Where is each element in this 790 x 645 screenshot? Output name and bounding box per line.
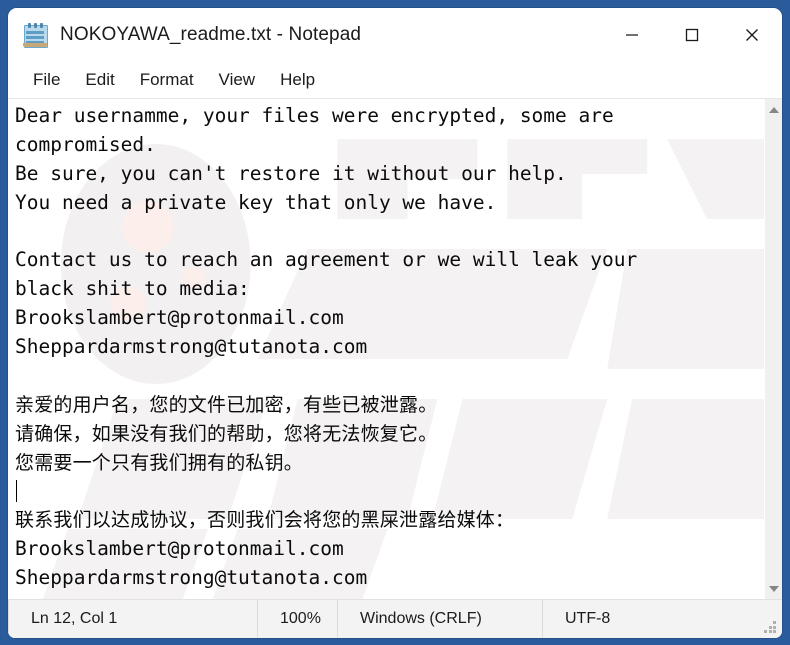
text-line: 联系我们以达成协议，否则我们会将您的黑屎泄露给媒体： — [15, 509, 515, 532]
cursor-position-status[interactable]: Ln 12, Col 1 — [8, 600, 258, 638]
menu-bar: File Edit Format View Help — [8, 62, 782, 99]
minimize-icon — [626, 34, 638, 36]
minimize-button[interactable] — [602, 8, 662, 62]
scrollbar-thumb[interactable] — [765, 118, 782, 580]
text-line: black shit to media: — [15, 277, 250, 301]
menu-item-edit[interactable]: Edit — [74, 67, 125, 93]
vertical-scrollbar[interactable] — [764, 99, 782, 599]
scroll-down-arrow-icon — [768, 585, 779, 592]
zoom-level-status[interactable]: 100% — [258, 600, 338, 638]
text-line: compromised. — [15, 132, 156, 156]
window-controls — [602, 8, 782, 62]
resize-grip[interactable] — [764, 621, 777, 634]
desktop-background: NOKOYAWA_readme.txt - Notepad File Edit … — [0, 0, 790, 645]
text-line: 您需要一个只有我们拥有的私钥。 — [15, 451, 304, 474]
encoding-status[interactable]: UTF-8 — [543, 600, 693, 638]
title-bar[interactable]: NOKOYAWA_readme.txt - Notepad — [8, 8, 782, 62]
text-line: Brookslambert@protonmail.com — [15, 306, 344, 330]
text-line: 请确保，如果没有我们的帮助，您将无法恢复它。 — [15, 422, 438, 445]
text-line: Dear usernamme, your files were encrypte… — [15, 104, 614, 127]
menu-item-help[interactable]: Help — [269, 67, 326, 93]
notepad-window: NOKOYAWA_readme.txt - Notepad File Edit … — [8, 8, 782, 638]
text-line: 亲爱的用户名，您的文件已加密，有些已被泄露。 — [15, 393, 438, 416]
line-ending-status[interactable]: Windows (CRLF) — [338, 600, 543, 638]
window-title: NOKOYAWA_readme.txt - Notepad — [60, 24, 362, 45]
text-line: Brookslambert@protonmail.com — [15, 537, 344, 561]
scroll-up-arrow-icon — [768, 106, 779, 113]
text-line: Contact us to reach an agreement or we w… — [15, 248, 638, 272]
text-editor[interactable]: Dear usernamme, your files were encrypte… — [8, 99, 764, 599]
text-line — [15, 362, 764, 391]
text-content: Dear usernamme, your files were encrypte… — [8, 99, 764, 593]
text-line: Sheppardarmstrong@tutanota.com — [15, 566, 368, 590]
menu-item-view[interactable]: View — [208, 67, 267, 93]
editor-area: Dear usernamme, your files were encrypte… — [8, 99, 782, 599]
text-line — [15, 218, 764, 247]
menu-item-file[interactable]: File — [22, 67, 71, 93]
text-line: Sheppardarmstrong@tutanota.com — [15, 335, 368, 359]
close-button[interactable] — [722, 8, 782, 62]
scroll-up-arrow-button[interactable] — [765, 101, 782, 118]
text-line: You need a private key that only we have… — [15, 190, 497, 214]
maximize-button[interactable] — [662, 8, 722, 62]
text-caret — [16, 479, 17, 502]
notepad-icon — [22, 22, 48, 48]
close-icon — [746, 29, 758, 41]
text-line: Be sure, you can't restore it without ou… — [15, 161, 567, 185]
menu-item-format[interactable]: Format — [129, 67, 205, 93]
text-line-with-caret — [15, 478, 764, 507]
scroll-down-arrow-button[interactable] — [765, 580, 782, 597]
status-bar: Ln 12, Col 1 100% Windows (CRLF) UTF-8 — [8, 599, 782, 638]
maximize-icon — [685, 28, 699, 42]
